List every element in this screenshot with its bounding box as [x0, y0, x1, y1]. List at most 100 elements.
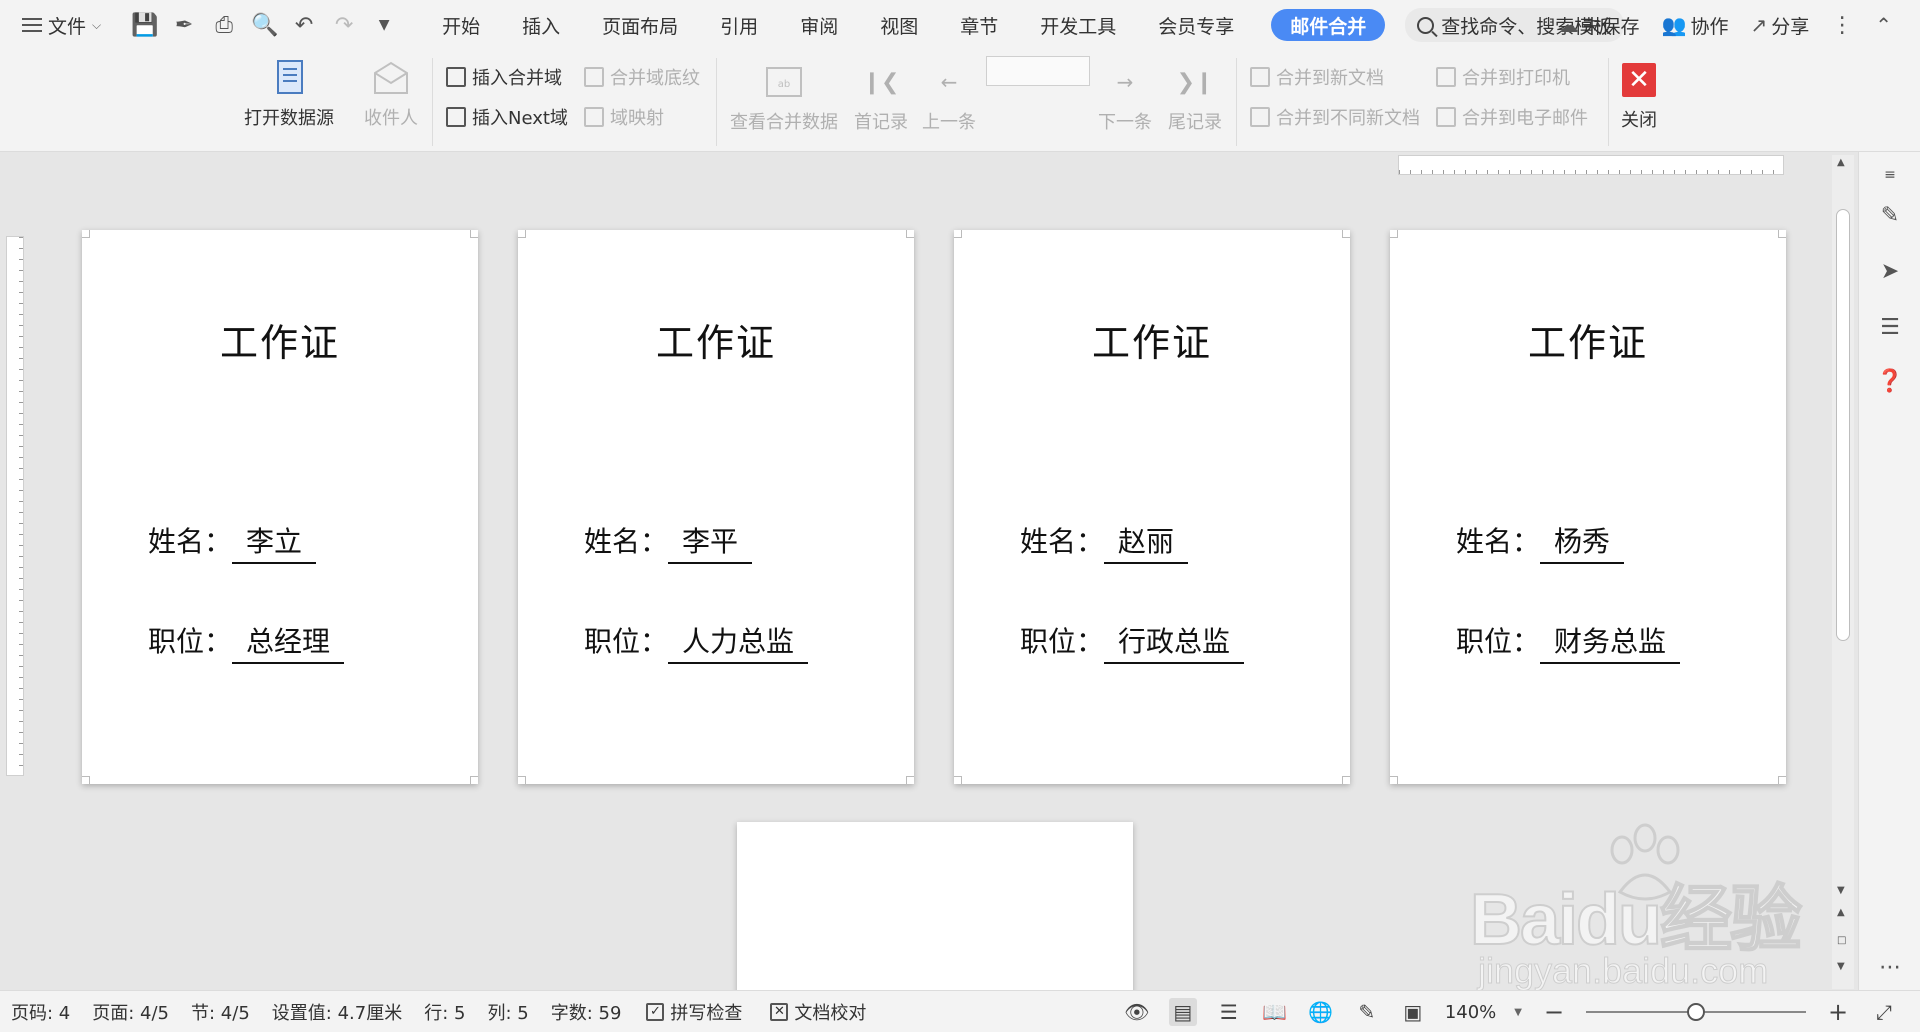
status-setting[interactable]: 设置值: 4.7厘米	[261, 999, 413, 1025]
pen-icon[interactable]: ✎	[1875, 200, 1905, 230]
merge-field-shading-label: 合并域底纹	[610, 68, 700, 89]
document-page[interactable]: 工作证 姓名： 李立 职位： 总经理	[82, 230, 478, 784]
share-button[interactable]: ↗ 分享	[1750, 12, 1809, 39]
web-view-icon[interactable]: 🌐	[1307, 998, 1335, 1026]
prev-record-button[interactable]: ← 上一条	[922, 62, 976, 134]
printer-icon	[1436, 67, 1456, 87]
document-page-partial[interactable]	[737, 822, 1133, 1002]
tab-insert[interactable]: 插入	[501, 0, 581, 50]
first-record-button[interactable]: ❙❮ 首记录	[854, 62, 908, 134]
status-word-count[interactable]: 字数: 59	[540, 999, 633, 1025]
zoom-in-icon[interactable]: +	[1824, 998, 1852, 1026]
insert-next-field-label: 插入Next域	[472, 108, 568, 129]
merge-email-button[interactable]: 合并到电子邮件	[1436, 104, 1588, 130]
status-row[interactable]: 行: 5	[413, 999, 476, 1025]
svg-text:ab: ab	[778, 79, 790, 90]
doc-proof-button[interactable]: ✕ 文档校对	[756, 999, 880, 1025]
document-page[interactable]: 工作证 姓名： 杨秀 职位： 财务总监	[1390, 230, 1786, 784]
collaborate-button[interactable]: 👥 协作	[1662, 12, 1729, 39]
reading-view-icon[interactable]: 📖	[1261, 998, 1289, 1026]
card-title: 工作证	[1527, 321, 1648, 365]
zoom-level[interactable]: 140%	[1445, 1002, 1496, 1023]
tab-membership[interactable]: 会员专享	[1137, 0, 1255, 50]
recipients-button[interactable]: 收件人	[364, 58, 418, 130]
select-cursor-icon[interactable]: ➤	[1875, 256, 1905, 286]
spell-check-label: 拼写检查	[670, 1002, 743, 1024]
print-preview-icon[interactable]: 🔍	[251, 13, 278, 38]
close-mail-merge-button[interactable]: ✕ 关闭	[1619, 60, 1659, 132]
customize-toolbar-icon[interactable]: ▼	[371, 17, 397, 33]
status-page[interactable]: 页面: 4/5	[81, 999, 180, 1025]
zoom-dropdown-icon[interactable]: ▼	[1514, 1007, 1522, 1018]
unsaved-button[interactable]: ☁ 未保存	[1559, 12, 1640, 39]
merge-new-doc-button[interactable]: 合并到新文档	[1250, 64, 1384, 90]
new-doc-icon	[1250, 67, 1270, 87]
tab-mail-merge[interactable]: 邮件合并	[1271, 9, 1386, 41]
insert-merge-field-button[interactable]: 插入合并域	[446, 64, 562, 90]
tab-references[interactable]: 引用	[699, 0, 779, 50]
format-painter-icon[interactable]: ✒	[171, 13, 197, 38]
zoom-slider-knob[interactable]	[1687, 1003, 1705, 1021]
vertical-ruler[interactable]	[6, 236, 24, 776]
scrollbar-thumb[interactable]	[1836, 209, 1850, 641]
tab-page-layout[interactable]: 页面布局	[581, 0, 699, 50]
merge-printer-button[interactable]: 合并到打印机	[1436, 64, 1570, 90]
next-record-button[interactable]: → 下一条	[1098, 62, 1152, 134]
more-icon[interactable]: ⋯	[1875, 952, 1905, 982]
sliders-icon[interactable]: ☰	[1875, 312, 1905, 342]
status-section[interactable]: 节: 4/5	[180, 999, 261, 1025]
select-browse-icon[interactable]: □	[1837, 935, 1846, 946]
card-title: 工作证	[219, 321, 340, 365]
panel-toggle-icon[interactable]: ≡	[1875, 160, 1905, 190]
merge-field-shading-button[interactable]: 合并域底纹	[584, 64, 700, 90]
file-menu-button[interactable]: 文件 ⌵	[0, 0, 111, 50]
status-column[interactable]: 列: 5	[476, 999, 539, 1025]
page-corner	[906, 230, 914, 238]
next-page-icon[interactable]: ▼	[1837, 961, 1845, 972]
zoom-slider[interactable]	[1586, 1003, 1806, 1021]
merge-separate-docs-button[interactable]: 合并到不同新文档	[1250, 104, 1420, 130]
spell-check-button[interactable]: ✓ 拼写检查	[632, 999, 756, 1025]
fullscreen-icon[interactable]: ⤢	[1870, 998, 1898, 1026]
scroll-up-icon[interactable]: ▲	[1837, 157, 1845, 168]
save-icon[interactable]: 💾	[131, 13, 158, 38]
open-data-source-button[interactable]: 打开数据源	[244, 58, 334, 130]
document-page[interactable]: 工作证 姓名： 李平 职位： 人力总监	[518, 230, 914, 784]
field-mapping-button[interactable]: 域映射	[584, 104, 664, 130]
tab-review[interactable]: 审阅	[779, 0, 859, 50]
open-data-source-label: 打开数据源	[244, 108, 334, 129]
recipients-icon	[371, 58, 411, 98]
close-label: 关闭	[1621, 110, 1657, 131]
prev-page-icon[interactable]: ▲	[1837, 907, 1845, 918]
zoom-out-icon[interactable]: −	[1540, 998, 1568, 1026]
view-merged-data-button[interactable]: ab 查看合并数据	[730, 62, 838, 134]
tab-home[interactable]: 开始	[421, 0, 501, 50]
eye-protection-icon[interactable]: 👁	[1123, 998, 1151, 1026]
name-label: 姓名：	[148, 525, 233, 558]
status-page-code[interactable]: 页码: 4	[0, 999, 81, 1025]
next-record-label: 下一条	[1098, 112, 1152, 133]
tab-developer[interactable]: 开发工具	[1019, 0, 1137, 50]
scroll-down-icon[interactable]: ▼	[1837, 885, 1845, 896]
position-value: 财务总监	[1540, 620, 1681, 664]
fit-page-icon[interactable]: ▣	[1399, 998, 1427, 1026]
undo-icon[interactable]: ↶	[291, 13, 317, 38]
document-page[interactable]: 工作证 姓名： 赵丽 职位： 行政总监	[954, 230, 1350, 784]
position-label: 职位：	[148, 625, 233, 658]
tab-view[interactable]: 视图	[859, 0, 939, 50]
record-number-input[interactable]	[986, 56, 1090, 86]
tab-sections[interactable]: 章节	[939, 0, 1019, 50]
print-icon[interactable]: ⎙	[211, 13, 237, 38]
write-mode-icon[interactable]: ✎	[1353, 998, 1381, 1026]
help-icon[interactable]: ❓	[1875, 366, 1905, 396]
outline-view-icon[interactable]: ☰	[1215, 998, 1243, 1026]
collapse-ribbon-icon[interactable]: ⌃	[1875, 13, 1892, 37]
insert-next-field-button[interactable]: 插入Next域	[446, 104, 568, 130]
vertical-scrollbar[interactable]: ▲ ▼ ▲ □ ▼	[1832, 155, 1854, 989]
horizontal-ruler[interactable]	[1398, 155, 1784, 175]
more-options-icon[interactable]: ⋮	[1831, 13, 1853, 38]
last-record-button[interactable]: ❯❙ 尾记录	[1168, 62, 1222, 134]
close-icon: ✕	[1622, 63, 1656, 97]
redo-icon[interactable]: ↷	[331, 13, 357, 38]
page-view-icon[interactable]: ▤	[1168, 998, 1197, 1026]
